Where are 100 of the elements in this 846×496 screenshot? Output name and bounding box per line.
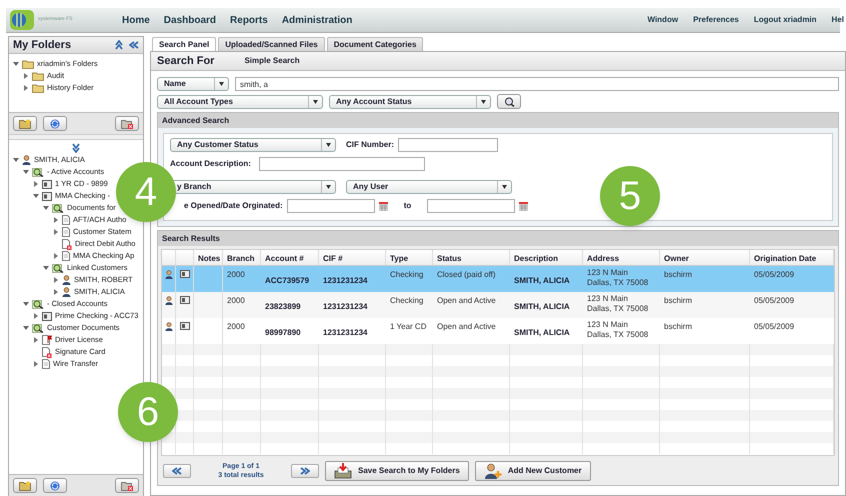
- nav-link[interactable]: Dashboard: [164, 12, 216, 28]
- folder-star-icon: [19, 480, 31, 490]
- nav-link[interactable]: Window: [647, 14, 678, 26]
- table-cell-text: 1231231234: [322, 301, 368, 313]
- collapsed-arrow-icon[interactable]: [53, 277, 59, 283]
- section-header: Advanced Search: [158, 113, 838, 128]
- user-dropdown[interactable]: Any User: [346, 180, 512, 194]
- nav-link[interactable]: Reports: [230, 12, 268, 28]
- new-folder-button[interactable]: [13, 478, 37, 493]
- nav-link[interactable]: Home: [122, 12, 150, 28]
- simple-search-link[interactable]: Simple Search: [244, 55, 300, 67]
- tab[interactable]: Search Panel: [152, 37, 216, 51]
- column-header[interactable]: Owner: [660, 250, 750, 265]
- column-header[interactable]: Branch: [223, 250, 261, 265]
- expanded-arrow-icon[interactable]: [33, 193, 39, 199]
- table-cell-text: 123 N Main: [587, 294, 629, 304]
- tab[interactable]: Document Categories: [326, 37, 424, 51]
- date-to-field[interactable]: [427, 199, 516, 213]
- expanded-arrow-icon[interactable]: [23, 325, 29, 331]
- collapsed-arrow-icon[interactable]: [33, 337, 39, 343]
- double-left-icon[interactable]: [172, 466, 182, 474]
- account-type-dropdown[interactable]: All Account Types: [157, 94, 323, 108]
- action-button[interactable]: Add New Customer: [474, 460, 591, 480]
- account-status-dropdown[interactable]: Any Account Status: [329, 94, 491, 108]
- column-header[interactable]: Type: [386, 250, 433, 265]
- column-header[interactable]: CIF #: [319, 250, 386, 265]
- logo-icon: [10, 10, 34, 30]
- collapsed-arrow-icon[interactable]: [53, 289, 59, 295]
- table-cell-text: 98997890: [264, 327, 302, 339]
- collapsed-arrow-icon[interactable]: [33, 181, 39, 187]
- table-cell-text: 1 Year CD: [389, 321, 428, 333]
- refresh-button[interactable]: [43, 116, 67, 131]
- nav-link[interactable]: Administration: [282, 12, 352, 28]
- folder-star-icon: [19, 118, 31, 128]
- expanded-arrow-icon[interactable]: [43, 265, 49, 271]
- field-dropdown[interactable]: Name: [157, 77, 229, 91]
- nav-link[interactable]: Hel: [832, 14, 844, 26]
- dropdown-arrow-icon: [481, 100, 486, 104]
- expand-down-icon[interactable]: [72, 143, 80, 153]
- section-header: Search Results: [158, 231, 838, 246]
- collapsed-arrow-icon[interactable]: [23, 85, 29, 91]
- expanded-arrow-icon[interactable]: [13, 157, 19, 163]
- calendar-icon[interactable]: [378, 202, 388, 210]
- person-icon: [62, 287, 71, 297]
- table-cell-text: Dallas, TX 75008: [587, 278, 650, 288]
- magnifier-icon: [32, 167, 44, 177]
- delete-folder-button[interactable]: [115, 478, 139, 493]
- person-icon[interactable]: [164, 322, 172, 331]
- collapse-up-icon[interactable]: [115, 40, 123, 50]
- column-header[interactable]: Description: [510, 250, 583, 265]
- collapsed-arrow-icon[interactable]: [33, 313, 39, 319]
- action-button[interactable]: Save Search to My Folders: [325, 460, 469, 480]
- table-cell-text: Dallas, TX 75008: [587, 304, 650, 314]
- expanded-arrow-icon[interactable]: [23, 169, 29, 175]
- table-row[interactable]: 2000 ACC739579 1231231234 Checking Closed (paid off) SMITH, ALICIA 123 N Main Dallas, TX 75008 bschirm 05/05/2009: [162, 266, 834, 292]
- table-cell-text: 2000: [226, 269, 246, 281]
- calendar-icon[interactable]: [519, 202, 528, 210]
- delete-folder-button[interactable]: [115, 116, 139, 131]
- table-cell-text: Closed (paid off): [436, 269, 497, 281]
- expanded-arrow-icon[interactable]: [23, 301, 29, 307]
- table-cell-text: Open and Active: [436, 321, 497, 333]
- previous-page-button[interactable]: [163, 464, 191, 478]
- refresh-button[interactable]: [43, 478, 67, 493]
- expanded-arrow-icon[interactable]: [13, 61, 19, 67]
- folder-icon: [22, 60, 34, 68]
- card-icon[interactable]: [180, 270, 190, 278]
- person-icon: [22, 155, 31, 165]
- person-icon[interactable]: [164, 296, 172, 305]
- card-icon[interactable]: [180, 296, 190, 304]
- double-right-icon[interactable]: [300, 466, 310, 474]
- column-header[interactable]: Origination Date: [750, 250, 834, 265]
- account-description-field[interactable]: [258, 157, 425, 171]
- column-header[interactable]: Account #: [261, 250, 319, 265]
- date-from-field[interactable]: [286, 199, 375, 213]
- new-folder-button[interactable]: [13, 116, 37, 131]
- expanded-arrow-icon[interactable]: [43, 205, 49, 211]
- column-header[interactable]: Address: [583, 250, 660, 265]
- next-page-button[interactable]: [291, 464, 319, 478]
- collapsed-arrow-icon[interactable]: [53, 229, 59, 235]
- nav-link[interactable]: Logout xriadmin: [754, 14, 817, 26]
- collapsed-arrow-icon[interactable]: [23, 73, 29, 79]
- person-icon[interactable]: [164, 270, 172, 279]
- person-icon: [62, 275, 71, 285]
- cif-number-field[interactable]: [398, 138, 498, 152]
- collapsed-arrow-icon[interactable]: [53, 217, 59, 223]
- collapsed-arrow-icon[interactable]: [53, 253, 59, 259]
- collapse-left-icon[interactable]: [129, 41, 139, 49]
- table-cell-text: SMITH, ALICIA: [513, 301, 571, 313]
- nav-link[interactable]: Preferences: [693, 14, 739, 26]
- column-header[interactable]: Notes: [194, 250, 223, 265]
- search-button[interactable]: [497, 94, 521, 109]
- search-field[interactable]: smith, a: [235, 77, 839, 91]
- table-cell-text: bschirm: [663, 321, 694, 333]
- table-cell-text: 123 N Main: [587, 320, 629, 330]
- collapsed-arrow-icon[interactable]: [33, 361, 39, 367]
- tab[interactable]: Uploaded/Scanned Files: [218, 37, 325, 51]
- customer-status-dropdown[interactable]: Any Customer Status: [170, 138, 336, 152]
- column-header[interactable]: Status: [433, 250, 510, 265]
- card-icon[interactable]: [180, 322, 190, 330]
- table-row[interactable]: 2000 23823899 1231231234 Checking Open and Active SMITH, ALICIA 123 N Main Dallas, TX 75008 bschirm 05/05/2009: [162, 292, 834, 318]
